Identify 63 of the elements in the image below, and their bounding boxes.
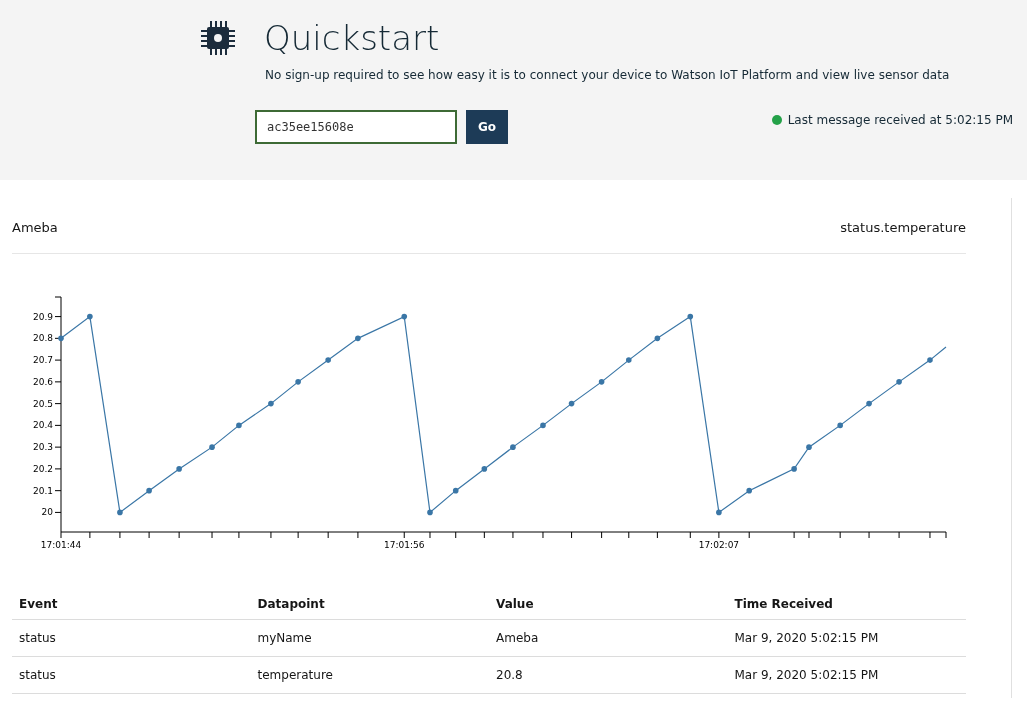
y-tick-label: 20.9 [32, 311, 53, 322]
table-cell: status [12, 619, 251, 656]
data-point [236, 422, 242, 428]
data-point [427, 509, 433, 515]
column-header: Value [489, 588, 728, 619]
data-point [401, 313, 408, 319]
y-tick-label: 20.6 [32, 376, 53, 387]
data-point [837, 422, 843, 428]
data-point [58, 335, 64, 341]
device-name: Ameba [12, 219, 58, 237]
table-cell: temperature [250, 656, 489, 693]
datapoint-name: status.temperature [840, 219, 966, 237]
y-tick-label: 20 [41, 506, 53, 517]
y-tick-label: 20.3 [32, 441, 53, 452]
data-point [927, 356, 933, 363]
data-point [117, 509, 123, 515]
y-tick-label: 20.1 [32, 485, 53, 496]
data-point [746, 487, 752, 493]
data-point [598, 378, 605, 385]
data-point [209, 443, 215, 450]
column-header: Event [12, 588, 251, 619]
x-tick-label: 17:01:56 [384, 539, 425, 550]
page-title: Quickstart [264, 18, 440, 58]
x-tick-label: 17:01:44 [40, 539, 82, 550]
data-point [295, 378, 301, 385]
chip-icon [200, 20, 236, 56]
y-tick-label: 20.5 [32, 398, 53, 409]
data-point [87, 313, 93, 319]
table-cell: Mar 9, 2020 5:02:15 PM [727, 619, 966, 656]
table-cell: Mar 9, 2020 5:02:15 PM [727, 656, 966, 693]
data-point [510, 443, 516, 450]
table-cell: status [12, 656, 251, 693]
data-point [791, 465, 797, 472]
column-header: Time Received [727, 588, 966, 619]
data-point [268, 400, 274, 406]
data-point [866, 400, 872, 406]
table-cell: Ameba [489, 619, 728, 656]
data-point [626, 356, 632, 363]
data-point [176, 465, 182, 472]
y-tick-label: 20.7 [32, 354, 53, 365]
column-header: Datapoint [250, 588, 489, 619]
data-point [654, 335, 661, 341]
data-point [146, 487, 152, 493]
go-button[interactable]: Go [466, 110, 508, 144]
data-point [481, 465, 488, 472]
data-point [568, 400, 575, 406]
data-point [452, 487, 459, 493]
data-point [687, 313, 694, 319]
y-tick-label: 20.2 [32, 463, 53, 474]
data-point [716, 509, 722, 515]
data-point [806, 443, 812, 450]
data-point [540, 422, 546, 428]
data-point [896, 378, 902, 385]
table-cell: myName [250, 619, 489, 656]
subtitle: No sign-up required to see how easy it is to connect your device to Watson IoT Platform and view live sensor data [265, 67, 951, 84]
device-id-field[interactable]: ac35ee15608e [255, 110, 457, 144]
data-point [325, 356, 331, 363]
y-tick-label: 20.8 [32, 332, 53, 343]
data-point [355, 335, 361, 341]
status-text: Last message received at 5:02:15 PM [787, 112, 1013, 129]
x-tick-label: 17:02:07 [698, 539, 740, 550]
y-tick-label: 20.4 [32, 419, 53, 430]
table-cell: 20.8 [489, 656, 728, 693]
